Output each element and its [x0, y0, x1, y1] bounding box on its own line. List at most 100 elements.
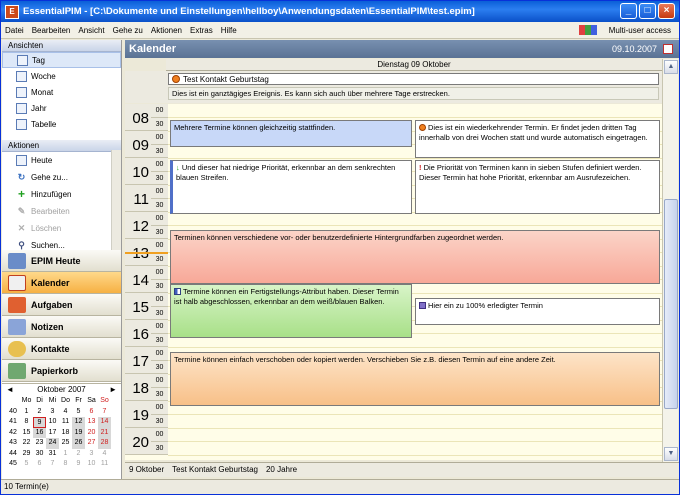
event-recurring[interactable]: Dies ist ein wiederkehrender Termin. Er …: [415, 120, 660, 158]
menu-datei[interactable]: Datei: [5, 26, 24, 35]
calendar-day[interactable]: 20: [85, 428, 98, 439]
calendar-day[interactable]: 5: [72, 407, 85, 418]
view-tag[interactable]: Tag: [2, 52, 121, 68]
calendar-day[interactable]: 28: [98, 438, 111, 449]
menu-ansicht[interactable]: Ansicht: [78, 26, 104, 35]
day-grid[interactable]: 30 00 20 30 00 19 30 00 18 30 00 17 30 00 16 30 00 15 30 00…: [125, 104, 662, 460]
close-button[interactable]: ×: [658, 3, 675, 19]
calendar-day[interactable]: 13: [85, 417, 98, 428]
calendar-day[interactable]: 11: [98, 459, 111, 470]
calendar-day[interactable]: 21: [98, 427, 111, 438]
hour-label: 19: [125, 401, 151, 428]
calendar-small-icon[interactable]: [663, 44, 673, 54]
event-high-priority[interactable]: ! Die Priorität von Terminen kann in sie…: [415, 160, 660, 214]
prev-month-icon[interactable]: ◄: [6, 384, 14, 396]
day-header: Dienstag 09 Oktober: [166, 59, 662, 71]
calendar-day[interactable]: 4: [98, 449, 111, 460]
time-slot[interactable]: [168, 117, 662, 118]
time-slot[interactable]: [168, 225, 662, 226]
menu-bearbeiten[interactable]: Bearbeiten: [32, 26, 71, 35]
time-slot[interactable]: [168, 414, 662, 415]
calendar-day[interactable]: 6: [85, 407, 98, 418]
time-slot[interactable]: [168, 441, 662, 442]
menu-gehe-zu[interactable]: Gehe zu: [113, 26, 143, 35]
calendar-day[interactable]: 26: [72, 438, 85, 449]
calendar-day[interactable]: 29: [20, 449, 33, 460]
action-heute[interactable]: Heute: [2, 152, 121, 169]
calendar-day[interactable]: 25: [59, 438, 72, 449]
calendar-day[interactable]: 23: [33, 438, 46, 449]
calendar-day[interactable]: 9: [33, 417, 46, 428]
event-complete[interactable]: Hier ein zu 100% erledigter Termin: [415, 298, 660, 325]
calendar-day[interactable]: 8: [20, 417, 33, 428]
calendar-day[interactable]: 11: [59, 417, 72, 428]
view-tabelle[interactable]: Tabelle: [2, 116, 121, 132]
calendar-day[interactable]: 8: [59, 459, 72, 470]
main-scrollbar[interactable]: ▲ ▼: [662, 59, 678, 462]
action-gehe-zu[interactable]: ↻ Gehe zu...: [2, 169, 121, 186]
calendar-day[interactable]: 12: [72, 417, 85, 428]
calendar-day[interactable]: 4: [59, 407, 72, 418]
module-papierkorb[interactable]: Papierkorb: [2, 360, 121, 382]
event-red[interactable]: Terminen können verschiedene vor- oder b…: [170, 230, 660, 284]
calendar-day[interactable]: 2: [33, 407, 46, 418]
module-aufgaben[interactable]: Aufgaben: [2, 294, 121, 316]
time-slot[interactable]: [168, 427, 662, 429]
calendar-day[interactable]: 3: [85, 449, 98, 460]
calendar-day[interactable]: 14: [98, 417, 111, 428]
calendar-day[interactable]: 31: [46, 449, 59, 460]
calendar-day[interactable]: 3: [46, 407, 59, 418]
menu-extras[interactable]: Extras: [190, 26, 213, 35]
scroll-down-icon[interactable]: ▼: [664, 447, 678, 461]
multiuser-indicator[interactable]: Multi-user access: [578, 25, 671, 35]
calendar-day[interactable]: 17: [46, 428, 59, 439]
calendar-day[interactable]: 19: [72, 427, 85, 438]
hour-label: 11: [125, 185, 151, 212]
event-blue[interactable]: Mehrere Termine können gleichzeitig stat…: [170, 120, 412, 147]
calendar-day[interactable]: 24: [46, 438, 59, 449]
module-kalender[interactable]: Kalender: [2, 272, 121, 294]
minimize-button[interactable]: _: [620, 3, 637, 19]
module-kontakte[interactable]: Kontakte: [2, 338, 121, 360]
event-half-done[interactable]: Termine können ein Fertigstellungs-Attri…: [170, 284, 412, 338]
allday-note[interactable]: Dies ist ein ganztägiges Ereignis. Es ka…: [168, 87, 659, 100]
calendar-day[interactable]: 30: [33, 449, 46, 460]
view-jahr[interactable]: Jahr: [2, 100, 121, 116]
calendar-day[interactable]: 7: [98, 407, 111, 418]
event-low-priority[interactable]: ↓ Und dieser hat niedrige Priorität, erk…: [170, 160, 412, 214]
calendar-day[interactable]: 2: [72, 449, 85, 460]
calendar-day[interactable]: 7: [46, 459, 59, 470]
maximize-button[interactable]: □: [639, 3, 656, 19]
time-slot[interactable]: [168, 346, 662, 348]
next-month-icon[interactable]: ►: [109, 384, 117, 396]
calendar-day[interactable]: 9: [72, 459, 85, 470]
menu-hilfe[interactable]: Hilfe: [221, 26, 237, 35]
menu-aktionen[interactable]: Aktionen: [151, 26, 182, 35]
action-hinzufuegen[interactable]: + Hinzufügen: [2, 186, 121, 203]
actions-scrollbar[interactable]: [111, 150, 121, 258]
event-orange[interactable]: Termine können einfach verschoben oder k…: [170, 352, 660, 406]
footer-text: Test Kontakt Geburtstag: [172, 465, 258, 474]
scroll-thumb[interactable]: [664, 199, 678, 409]
module-epim-heute[interactable]: EPIM Heute: [2, 250, 121, 272]
scroll-up-icon[interactable]: ▲: [664, 60, 678, 74]
calendar-day[interactable]: 22: [20, 438, 33, 449]
calendar-day[interactable]: 10: [46, 417, 59, 428]
module-notizen[interactable]: Notizen: [2, 316, 121, 338]
calendar-day[interactable]: 16: [33, 427, 46, 438]
calendar-day[interactable]: 27: [85, 438, 98, 449]
time-slot[interactable]: [168, 454, 662, 456]
main-date: 09.10.2007: [611, 44, 657, 54]
calendar-day[interactable]: 1: [59, 449, 72, 460]
day-header-label: Do: [61, 397, 70, 404]
calendar-day[interactable]: 6: [33, 459, 46, 470]
view-woche[interactable]: Woche: [2, 68, 121, 84]
calendar-day[interactable]: 5: [20, 459, 33, 470]
calendar-day[interactable]: 10: [85, 459, 98, 470]
calendar-day[interactable]: 15: [20, 428, 33, 439]
view-monat[interactable]: Monat: [2, 84, 121, 100]
calendar-day[interactable]: 18: [59, 428, 72, 439]
calendar-day[interactable]: 1: [20, 407, 33, 418]
title-bar[interactable]: E EssentialPIM - [C:\Dokumente und Einst…: [1, 1, 679, 22]
allday-event[interactable]: Test Kontakt Geburtstag: [168, 73, 659, 85]
